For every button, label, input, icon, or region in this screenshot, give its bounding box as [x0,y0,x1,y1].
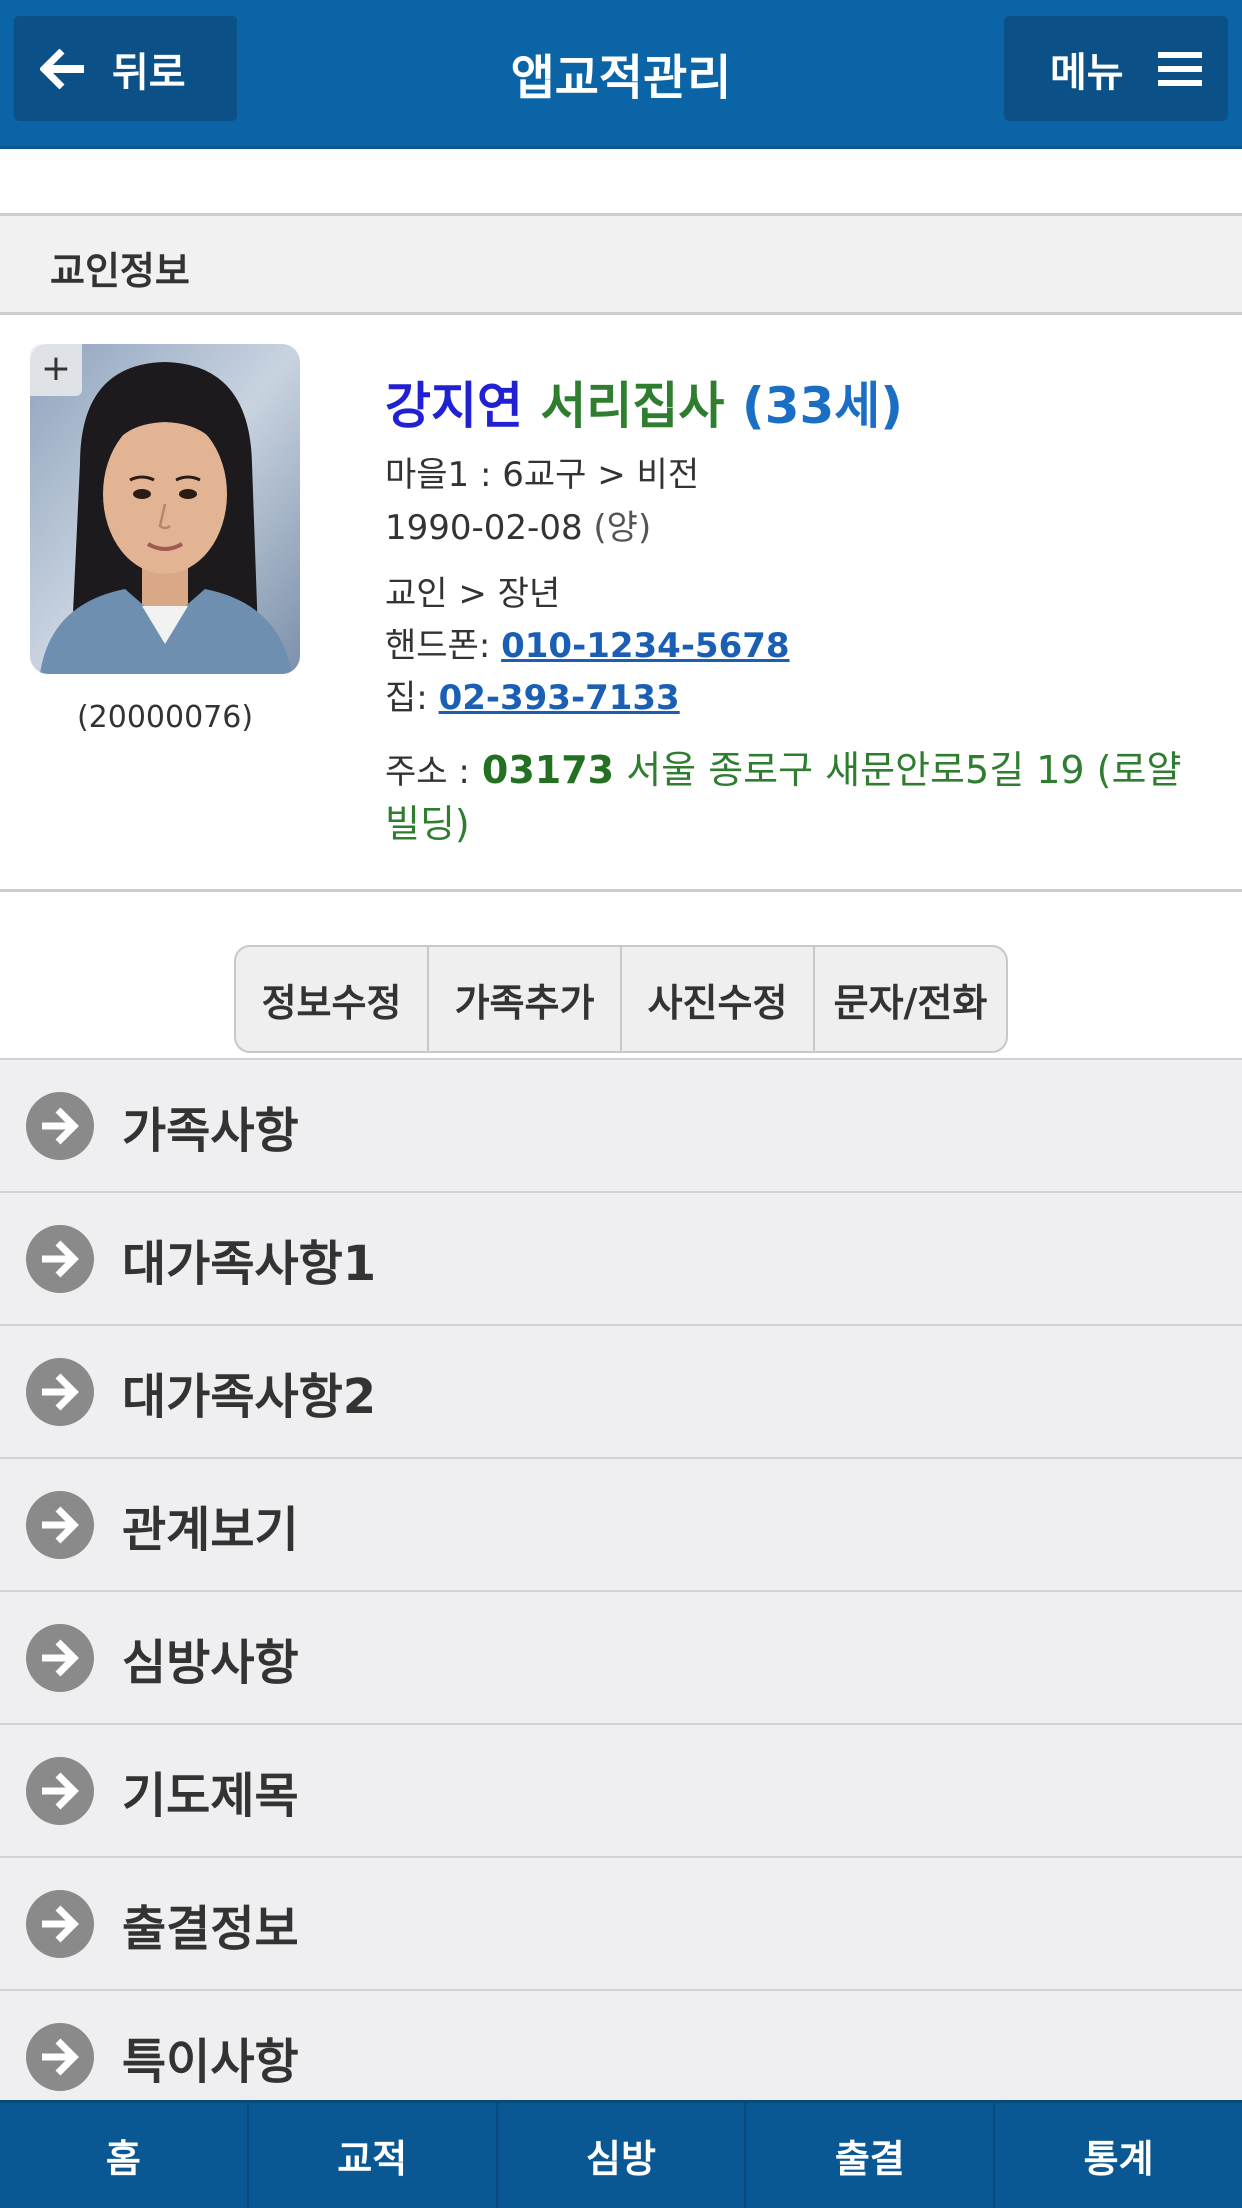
arrow-right-circle-icon [26,1357,94,1426]
address-block: 주소 : 03173 서울 종로구 새문안로5길 19 (로얄빌딩) [385,744,1205,850]
menu-button[interactable]: 메뉴 [1004,16,1228,121]
list-item-extended-family-1[interactable]: 대가족사항1 [0,1191,1242,1324]
calendar-type: (양) [593,508,652,548]
list-item-label: 대가족사항2 [122,1368,377,1425]
detail-list: 가족사항 대가족사항1 대가족사항2 관계보기 심방사항 기도제목 출결정보 특… [0,1058,1242,2122]
add-photo-button[interactable]: + [30,344,82,396]
arrow-right-circle-icon [26,1091,94,1160]
arrow-right-circle-icon [26,1623,94,1692]
list-item-relations[interactable]: 관계보기 [0,1457,1242,1590]
mobile-label: 핸드폰: [385,626,491,666]
arrow-right-circle-icon [26,1224,94,1293]
member-age: (33세) [741,377,904,435]
member-id: (20000076) [76,700,254,735]
member-type: 교인 > 장년 [385,574,561,614]
arrow-right-circle-icon [26,2022,94,2091]
home-line: 집: 02-393-7133 [385,670,680,719]
tab-home[interactable]: 홈 [0,2103,249,2208]
section-header: 교인정보 [0,213,1242,315]
sms-call-button[interactable]: 문자/전화 [815,947,1006,1051]
list-item-label: 심방사항 [122,1634,299,1691]
list-item-prayer[interactable]: 기도제목 [0,1723,1242,1856]
list-item-label: 출결정보 [122,1900,299,1957]
menu-label: 메뉴 [1050,49,1124,96]
arrow-right-circle-icon [26,1889,94,1958]
list-item-label: 관계보기 [122,1501,299,1558]
tab-statistics[interactable]: 통계 [995,2103,1242,2208]
birth-line: 1990-02-08 (양) [385,500,651,549]
member-name: 강지연 [385,377,523,435]
address-label: 주소 : [385,752,470,792]
member-name-line: 강지연 서리집사 (33세) [385,366,903,438]
list-item-label: 대가족사항1 [122,1235,377,1292]
add-family-button[interactable]: 가족추가 [429,947,622,1051]
mobile-phone-link[interactable]: 010-1234-5678 [501,626,789,666]
app-header: 뒤로 앱교적관리 메뉴 [0,0,1242,149]
action-button-group: 정보수정 가족추가 사진수정 문자/전화 [234,945,1008,1053]
edit-photo-button[interactable]: 사진수정 [622,947,815,1051]
list-item-attendance[interactable]: 출결정보 [0,1856,1242,1989]
home-label: 집: [385,678,428,718]
list-item-label: 기도제목 [122,1767,299,1824]
list-item-extended-family-2[interactable]: 대가족사항2 [0,1324,1242,1457]
hamburger-icon [1157,51,1202,86]
member-group: 마을1 : 6교구 > 비전 [385,455,700,495]
member-rank: 서리집사 [540,377,725,435]
home-phone-link[interactable]: 02-393-7133 [439,678,680,718]
list-item-label: 가족사항 [122,1102,299,1159]
section-title: 교인정보 [50,249,190,293]
list-item-family[interactable]: 가족사항 [0,1058,1242,1191]
divider [0,889,1242,892]
edit-info-button[interactable]: 정보수정 [236,947,429,1051]
bottom-tab-bar: 홈 교적 심방 출결 통계 [0,2100,1242,2208]
tab-members[interactable]: 교적 [249,2103,498,2208]
mobile-line: 핸드폰: 010-1234-5678 [385,618,790,667]
zip-code: 03173 [481,748,615,792]
list-item-visits[interactable]: 심방사항 [0,1590,1242,1723]
arrow-right-circle-icon [26,1756,94,1825]
list-item-label: 특이사항 [122,2033,299,2090]
tab-visits[interactable]: 심방 [498,2103,747,2208]
tab-attendance[interactable]: 출결 [746,2103,996,2208]
birth-date: 1990-02-08 [385,508,583,548]
arrow-right-circle-icon [26,1490,94,1559]
